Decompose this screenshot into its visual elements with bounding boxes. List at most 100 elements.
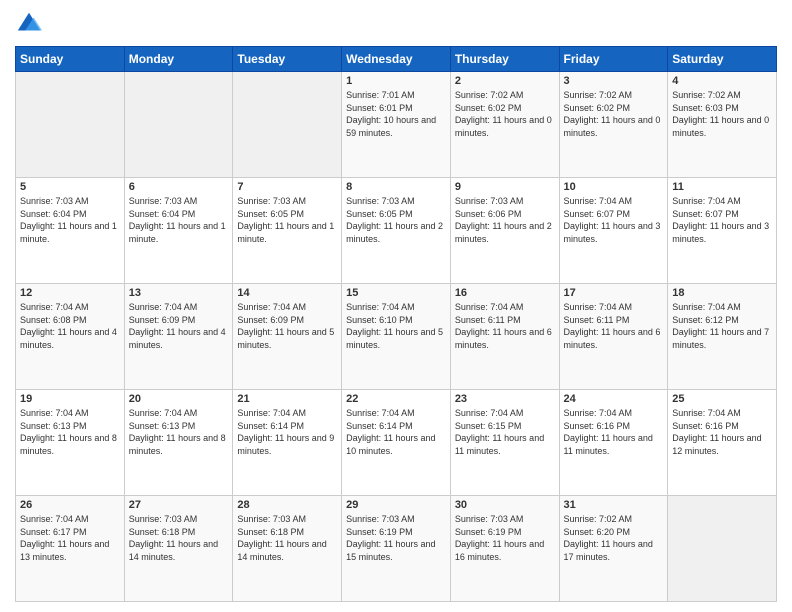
day-info: Sunrise: 7:04 AMSunset: 6:16 PMDaylight:… [672,407,772,457]
calendar-day-cell: 12 Sunrise: 7:04 AMSunset: 6:08 PMDayligh… [16,284,125,390]
day-info: Sunrise: 7:04 AMSunset: 6:14 PMDaylight:… [237,407,337,457]
day-number: 5 [20,181,120,193]
day-number: 31 [564,499,664,511]
calendar-day-cell: 16 Sunrise: 7:04 AMSunset: 6:11 PMDayligh… [450,284,559,390]
calendar-day-cell: 28 Sunrise: 7:03 AMSunset: 6:18 PMDayligh… [233,496,342,602]
calendar-day-cell: 15Sunrise: 7:04 AMSunset: 6:10 PMDayligh… [342,284,451,390]
calendar-day-cell: 10 Sunrise: 7:04 AMSunset: 6:07 PMDayligh… [559,178,668,284]
day-number: 26 [20,499,120,511]
weekday-header: Saturday [668,47,777,72]
calendar-day-cell: 26 Sunrise: 7:04 AMSunset: 6:17 PMDayligh… [16,496,125,602]
day-info: Sunrise: 7:04 AMSunset: 6:09 PMDaylight:… [237,301,337,351]
day-info: Sunrise: 7:04 AMSunset: 6:17 PMDaylight:… [20,513,120,563]
calendar-day-cell: 3Sunrise: 7:02 AMSunset: 6:02 PMDaylight… [559,72,668,178]
day-info: Sunrise: 7:04 AMSunset: 6:09 PMDaylight:… [129,301,229,351]
day-number: 20 [129,393,229,405]
day-info: Sunrise: 7:04 AMSunset: 6:08 PMDaylight:… [20,301,120,351]
day-number: 27 [129,499,229,511]
day-number: 4 [672,75,772,87]
day-number: 30 [455,499,555,511]
day-info: Sunrise: 7:02 AMSunset: 6:03 PMDaylight:… [672,89,772,139]
weekday-header: Sunday [16,47,125,72]
day-number: 19 [20,393,120,405]
day-number: 17 [564,287,664,299]
day-info: Sunrise: 7:03 AMSunset: 6:18 PMDaylight:… [129,513,229,563]
day-info: Sunrise: 7:04 AMSunset: 6:15 PMDaylight:… [455,407,555,457]
calendar-day-cell: 7 Sunrise: 7:03 AMSunset: 6:05 PMDaylight… [233,178,342,284]
day-number: 28 [237,499,337,511]
weekday-header: Thursday [450,47,559,72]
calendar-day-cell: 11 Sunrise: 7:04 AMSunset: 6:07 PMDayligh… [668,178,777,284]
day-info: Sunrise: 7:04 AMSunset: 6:13 PMDaylight:… [20,407,120,457]
day-number: 14 [237,287,337,299]
day-number: 7 [237,181,337,193]
day-number: 1 [346,75,446,87]
day-info: Sunrise: 7:03 AMSunset: 6:06 PMDaylight:… [455,195,555,245]
day-info: Sunrise: 7:04 AMSunset: 6:11 PMDaylight:… [564,301,664,351]
day-info: Sunrise: 7:04 AMSunset: 6:16 PMDaylight:… [564,407,664,457]
day-number: 23 [455,393,555,405]
day-info: Sunrise: 7:04 AMSunset: 6:07 PMDaylight:… [564,195,664,245]
day-info: Sunrise: 7:02 AMSunset: 6:20 PMDaylight:… [564,513,664,563]
day-number: 21 [237,393,337,405]
calendar-day-cell: 24 Sunrise: 7:04 AMSunset: 6:16 PMDayligh… [559,390,668,496]
day-info: Sunrise: 7:03 AMSunset: 6:05 PMDaylight:… [237,195,337,245]
calendar-day-cell: 29 Sunrise: 7:03 AMSunset: 6:19 PMDayligh… [342,496,451,602]
day-info: Sunrise: 7:02 AMSunset: 6:02 PMDaylight:… [564,89,664,139]
day-number: 15 [346,287,446,299]
calendar-day-cell: 1 Sunrise: 7:01 AMSunset: 6:01 PMDaylight… [342,72,451,178]
weekday-header-row: SundayMondayTuesdayWednesdayThursdayFrid… [16,47,777,72]
calendar-day-cell: 2 Sunrise: 7:02 AMSunset: 6:02 PMDaylight… [450,72,559,178]
weekday-header: Friday [559,47,668,72]
calendar-week-row: 19 Sunrise: 7:04 AMSunset: 6:13 PMDayligh… [16,390,777,496]
day-info: Sunrise: 7:04 AMSunset: 6:07 PMDaylight:… [672,195,772,245]
calendar-week-row: 26 Sunrise: 7:04 AMSunset: 6:17 PMDayligh… [16,496,777,602]
day-number: 10 [564,181,664,193]
calendar-day-cell: 18Sunrise: 7:04 AMSunset: 6:12 PMDayligh… [668,284,777,390]
day-number: 8 [346,181,446,193]
calendar-table: SundayMondayTuesdayWednesdayThursdayFrid… [15,46,777,602]
calendar-day-cell: 25Sunrise: 7:04 AMSunset: 6:16 PMDayligh… [668,390,777,496]
calendar-day-cell: 9 Sunrise: 7:03 AMSunset: 6:06 PMDaylight… [450,178,559,284]
day-number: 24 [564,393,664,405]
calendar-day-cell: 30 Sunrise: 7:03 AMSunset: 6:19 PMDayligh… [450,496,559,602]
day-number: 12 [20,287,120,299]
calendar-day-cell: 27 Sunrise: 7:03 AMSunset: 6:18 PMDayligh… [124,496,233,602]
calendar-day-cell: 8 Sunrise: 7:03 AMSunset: 6:05 PMDaylight… [342,178,451,284]
calendar-day-cell: 21 Sunrise: 7:04 AMSunset: 6:14 PMDayligh… [233,390,342,496]
day-number: 9 [455,181,555,193]
calendar-day-cell: 31 Sunrise: 7:02 AMSunset: 6:20 PMDayligh… [559,496,668,602]
day-info: Sunrise: 7:03 AMSunset: 6:04 PMDaylight:… [20,195,120,245]
day-info: Sunrise: 7:03 AMSunset: 6:04 PMDaylight:… [129,195,229,245]
day-info: Sunrise: 7:02 AMSunset: 6:02 PMDaylight:… [455,89,555,139]
logo-icon [15,10,43,38]
calendar-day-cell: 14 Sunrise: 7:04 AMSunset: 6:09 PMDayligh… [233,284,342,390]
calendar-day-cell: 23 Sunrise: 7:04 AMSunset: 6:15 PMDayligh… [450,390,559,496]
day-info: Sunrise: 7:03 AMSunset: 6:19 PMDaylight:… [346,513,446,563]
calendar-week-row: 1 Sunrise: 7:01 AMSunset: 6:01 PMDaylight… [16,72,777,178]
day-info: Sunrise: 7:03 AMSunset: 6:05 PMDaylight:… [346,195,446,245]
weekday-header: Monday [124,47,233,72]
calendar-day-cell: 6 Sunrise: 7:03 AMSunset: 6:04 PMDaylight… [124,178,233,284]
calendar-day-cell [233,72,342,178]
day-number: 11 [672,181,772,193]
day-number: 13 [129,287,229,299]
day-info: Sunrise: 7:04 AMSunset: 6:13 PMDaylight:… [129,407,229,457]
day-info: Sunrise: 7:03 AMSunset: 6:18 PMDaylight:… [237,513,337,563]
day-number: 6 [129,181,229,193]
calendar-day-cell: 4 Sunrise: 7:02 AMSunset: 6:03 PMDaylight… [668,72,777,178]
day-number: 2 [455,75,555,87]
day-info: Sunrise: 7:04 AMSunset: 6:12 PMDaylight:… [672,301,772,351]
day-number: 16 [455,287,555,299]
day-info: Sunrise: 7:01 AMSunset: 6:01 PMDaylight:… [346,89,446,139]
weekday-header: Tuesday [233,47,342,72]
day-info: Sunrise: 7:03 AMSunset: 6:19 PMDaylight:… [455,513,555,563]
day-number: 29 [346,499,446,511]
day-info: Sunrise: 7:04 AMSunset: 6:11 PMDaylight:… [455,301,555,351]
header [15,10,777,38]
day-info: Sunrise: 7:04 AMSunset: 6:14 PMDaylight:… [346,407,446,457]
calendar-day-cell: 17 Sunrise: 7:04 AMSunset: 6:11 PMDayligh… [559,284,668,390]
logo [15,10,47,38]
calendar-week-row: 5 Sunrise: 7:03 AMSunset: 6:04 PMDaylight… [16,178,777,284]
calendar-day-cell: 13 Sunrise: 7:04 AMSunset: 6:09 PMDayligh… [124,284,233,390]
